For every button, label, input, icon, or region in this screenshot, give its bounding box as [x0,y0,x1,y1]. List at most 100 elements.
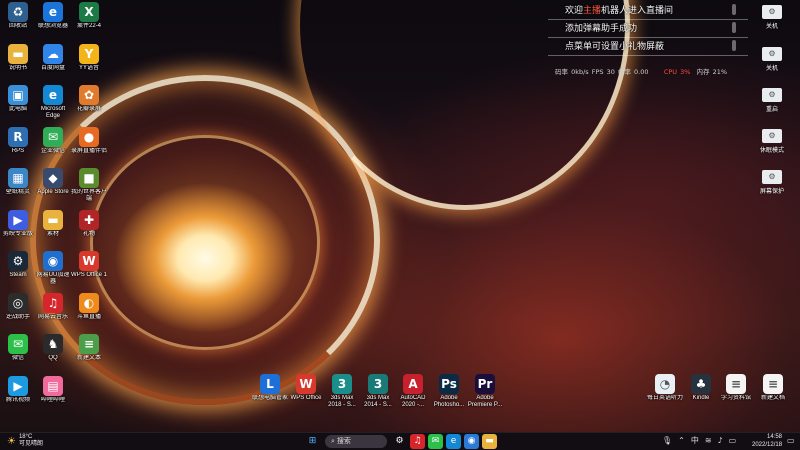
desktop-icon-lenovo-browser[interactable]: e 联想浏览器 [35,2,71,30]
3dsmax-icon: 3 [368,374,388,394]
desktop-icon-label: 新建文本 [76,355,101,361]
desktop-icon-label: 微信 [11,355,24,361]
browser-icon[interactable]: ◉ [464,434,479,449]
taskbar-apps: ⊞ ⌕ 搜索 ⚙ ♫ ✉ e ◉ ▬ [305,434,497,449]
clock[interactable]: 14:58 2022/12/18 [752,434,782,449]
desktop-icon-text-file[interactable]: ≡ 新建文本 [71,334,107,362]
desktop-icon-wps-office[interactable]: W WPS Office [288,374,324,402]
desktop-icon-photoshop[interactable]: Ps Adobe Photosho... [431,374,467,409]
desktop-icon-yy-voice[interactable]: Y YY语音 [71,43,107,72]
wechat-icon: ✉ [8,334,28,354]
desktop-icon-recycle-bin[interactable]: ♻ 回收站 [0,2,36,30]
input-language[interactable]: 中 [691,435,699,446]
side-button-label: 重启 [765,107,778,113]
desktop-icon-this-pc[interactable]: ▣ 此电脑 [0,85,36,113]
grass-block-icon: ■ [79,168,99,188]
game-icon: ◎ [8,292,28,313]
side-button-sleep[interactable]: ⚙ 休眠模式 [760,129,784,154]
computer-icon: ▣ [8,85,28,105]
desktop-icon-folder-a[interactable]: ▬ 说明书 [0,43,36,72]
stream-stats: 码率 0kb/s FPS 30 帧率 0.00 CPU 3% 内存 21% [548,66,748,76]
desktop-icon-folder-b[interactable]: ▬ 素材 [35,209,71,238]
desktop-icon-gift-app[interactable]: ✚ 礼物 [71,209,107,238]
desktop-icon-label: 哔哩哔哩 [40,396,65,403]
document-icon: ≡ [726,374,746,394]
camera-app-icon: ● [79,126,99,147]
desktop-icon-label: 我的世界客户端 [71,189,107,202]
wechat-icon[interactable]: ✉ [428,434,443,449]
desktop-icon-wechat-work[interactable]: ✉ 企业微信 [35,126,71,155]
desktop-icon-premiere[interactable]: Pr Adobe Premiere P... [467,374,503,409]
volume-icon[interactable]: ♪ [718,436,723,445]
desktop-icon-label: 礼物 [82,230,95,237]
weather-widget[interactable]: ☀ 18°C 可见晴朗 [7,434,43,448]
play-icon: ▶ [8,375,28,396]
desktop-icon-video-editor[interactable]: ▶ 剪映专业版 [0,209,36,238]
desktop-icon-edge[interactable]: e Microsoft Edge [35,85,71,120]
chat-line-helper: 添加弹幕助手成功 [548,20,748,38]
desktop-icon-new-doc[interactable]: ≡ 新建文档 [755,374,791,402]
wifi-icon[interactable]: ≋ [705,436,712,445]
side-button-shutdown-2[interactable]: ⚙ 关机 [761,47,783,72]
kindle-icon: ♣ [691,374,711,394]
chat-scroll-handle[interactable] [732,40,736,51]
desktop-icon-kindle[interactable]: ♣ Kindle [683,374,719,402]
desktop-icon-minecraft[interactable]: ■ 我的世界客户端 [71,168,107,203]
desktop-icon-3dsmax-2014[interactable]: 3 3ds Max 2014 - S... [360,374,396,409]
desktop-icon-game-launcher[interactable]: ◎ 逆战助手 [0,292,36,321]
taskbar-search[interactable]: ⌕ 搜索 [325,435,387,448]
desktop-icon-rps[interactable]: R RPS [0,126,36,155]
desktop-icon-sakura-tool[interactable]: ✿ 花瓣录屏 [71,85,107,113]
desktop-icon-label: 案件22-4 [76,23,101,29]
screen-icon: ⚙ [762,170,782,184]
desktop-icon-daily-tool[interactable]: ◔ 每日英语听力 [647,374,683,402]
chat-highlight: 主播 [583,5,602,15]
desktop-icon-3dsmax-2018[interactable]: 3 3ds Max 2018 - S... [324,374,360,409]
side-button-power-off[interactable]: ⚙ 关机 [761,5,783,30]
desktop-icon-label: Kindle [692,395,710,401]
microphone-icon[interactable]: 🎙 [662,436,672,445]
desktop-icon-tencent-video[interactable]: ▶ 腾讯视频 [0,375,36,404]
desktop-icon-wallpaper-app[interactable]: ▦ 壁纸精灵 [0,168,36,196]
excel-file-icon: X [79,2,99,22]
desktop-icon-label: 新建文档 [760,395,785,401]
desktop-icon-netease-music[interactable]: ♫ 网易云音乐 [35,292,71,321]
desktop-icon-baidu-netdisk[interactable]: ☁ 百度网盘 [35,43,71,72]
desktop-icon-label: 斗鱼直播 [76,313,101,320]
chat-scroll-handle[interactable] [732,22,736,33]
desktop-icon-steam[interactable]: ⚙ Steam [0,251,36,279]
clock-time: 14:58 [766,434,782,440]
desktop-icon-study-doc[interactable]: ≡ 学习资料馆 [718,374,754,402]
stats-memory: 内存 21% [696,68,728,76]
battery-icon[interactable]: ▭ [729,436,737,445]
search-label: 搜索 [336,438,351,445]
desktop-icon-record-tool[interactable]: ● 录屏直播伴侣 [71,126,107,155]
desktop-icon-wps-app[interactable]: W WPS Office 1 [71,251,107,279]
chevron-up-icon[interactable]: ⌃ [678,436,685,445]
desktop-icon-wechat[interactable]: ✉ 微信 [0,334,36,362]
side-button-screen-protect[interactable]: ⚙ 屏幕保护 [760,170,784,195]
chat-scroll-handle[interactable] [732,4,736,15]
desktop-icon-label: 每日英语听力 [647,395,683,401]
desktop-icon-autocad[interactable]: A AutoCAD 2020 -... [395,374,431,409]
settings-icon[interactable]: ⚙ [392,434,407,449]
desktop-icon-apple-store[interactable]: ◆ Apple Store [35,168,71,196]
folder-icon[interactable]: ▬ [482,434,497,449]
desktop-icon-label: WPS Office 1 [71,272,107,278]
desktop-icon-label: 网易云音乐 [37,313,68,320]
desktop-icon-label: 素材 [46,230,59,237]
desktop-icon-lenovo-manager[interactable]: L 联想电脑管家 [252,374,288,402]
desktop-icon-qq[interactable]: ♞ QQ [35,334,71,362]
lenovo-icon: L [260,374,280,394]
windows-start-icon[interactable]: ⊞ [305,434,320,449]
desktop-icon-spreadsheet-file[interactable]: X 案件22-4 [71,2,107,30]
side-button-restart[interactable]: ⚙ 重启 [761,88,783,113]
desktop-icon-uu-accelerator[interactable]: ◉ 网易UU加速器 [35,251,71,286]
desktop-icon-label: 网易UU加速器 [36,272,70,285]
live-chat-panel: 欢迎主播机器人进入直播间 添加弹幕助手成功 点菜单可设置小礼物屏蔽 码率 0kb… [548,2,748,76]
notification-icon[interactable]: ▭ [787,436,797,448]
desktop-icon-streaming-app[interactable]: ◐ 斗鱼直播 [71,292,107,321]
music-icon[interactable]: ♫ [410,434,425,449]
desktop-icon-bilibili-app[interactable]: ▤ 哔哩哔哩 [35,375,71,404]
edge-icon[interactable]: e [446,434,461,449]
